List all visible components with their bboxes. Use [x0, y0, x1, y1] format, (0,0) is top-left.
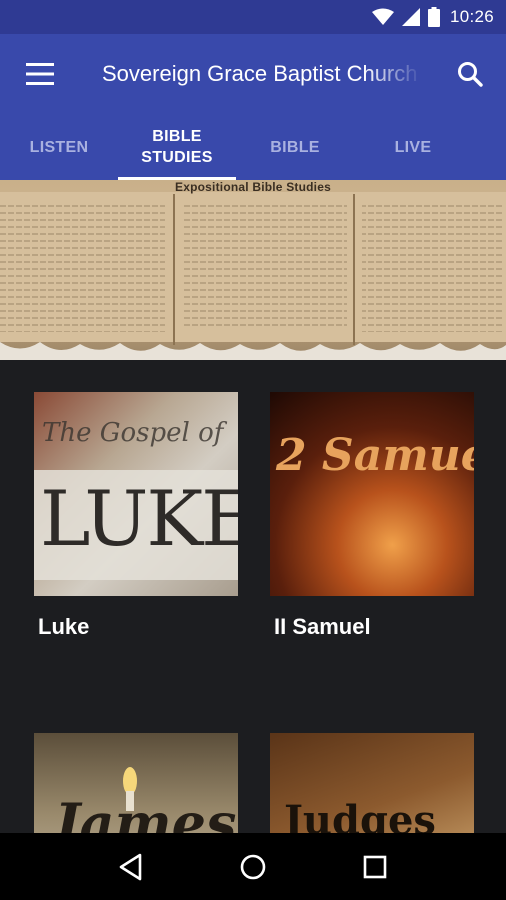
study-thumbnail: James — [34, 733, 238, 833]
thumb-art-main: James — [54, 791, 237, 833]
menu-button[interactable] — [0, 34, 80, 114]
tab-bible[interactable]: BIBLE — [236, 114, 354, 180]
app-bar: Sovereign Grace Baptist Church — [0, 34, 506, 114]
back-button[interactable] — [101, 837, 161, 897]
thumb-art-main: 2 Samuel — [276, 430, 474, 481]
system-nav-bar — [0, 833, 506, 900]
tab-listen[interactable]: LISTEN — [0, 114, 118, 180]
study-card-ii-samuel[interactable]: 2 Samuel II Samuel — [270, 392, 474, 640]
battery-icon — [427, 7, 440, 27]
thumb-art-top: The Gospel of — [42, 418, 224, 448]
home-icon — [240, 854, 266, 879]
home-button[interactable] — [223, 837, 283, 897]
scroll-illustration — [0, 192, 506, 360]
recents-icon — [363, 855, 387, 878]
search-icon — [458, 62, 483, 87]
wifi-icon — [371, 8, 394, 25]
signal-icon — [401, 8, 420, 26]
tab-bar: LISTEN BIBLE STUDIES BIBLE LIVE — [0, 114, 506, 180]
status-bar: 10:26 — [0, 0, 506, 34]
menu-icon — [26, 63, 54, 85]
search-button[interactable] — [452, 56, 488, 92]
study-card-luke[interactable]: The Gospel of LUKE Luke — [34, 392, 238, 640]
study-card-judges[interactable]: Judges — [270, 733, 474, 833]
clock: 10:26 — [449, 7, 494, 26]
thumb-art-main: Judges — [284, 797, 436, 833]
thumb-art-main: LUKE — [40, 474, 238, 563]
status-icons — [371, 7, 440, 27]
tab-bible-studies[interactable]: BIBLE STUDIES — [118, 114, 236, 180]
study-card-james[interactable]: James — [34, 733, 238, 833]
recents-button[interactable] — [345, 837, 405, 897]
study-thumbnail: Judges — [270, 733, 474, 833]
tab-live[interactable]: LIVE — [354, 114, 472, 180]
app-title: Sovereign Grace Baptist Church — [102, 61, 418, 86]
study-thumbnail: The Gospel of LUKE — [34, 392, 238, 596]
studies-grid: The Gospel of LUKE Luke 2 Samuel II Samu… — [0, 360, 506, 833]
banner-image: Expositional Bible Studies — [0, 180, 506, 360]
study-title: Luke — [38, 614, 90, 639]
back-icon — [119, 853, 142, 880]
study-thumbnail: 2 Samuel — [270, 392, 474, 596]
banner-caption: Expositional Bible Studies — [175, 180, 331, 194]
study-title: II Samuel — [274, 614, 371, 639]
